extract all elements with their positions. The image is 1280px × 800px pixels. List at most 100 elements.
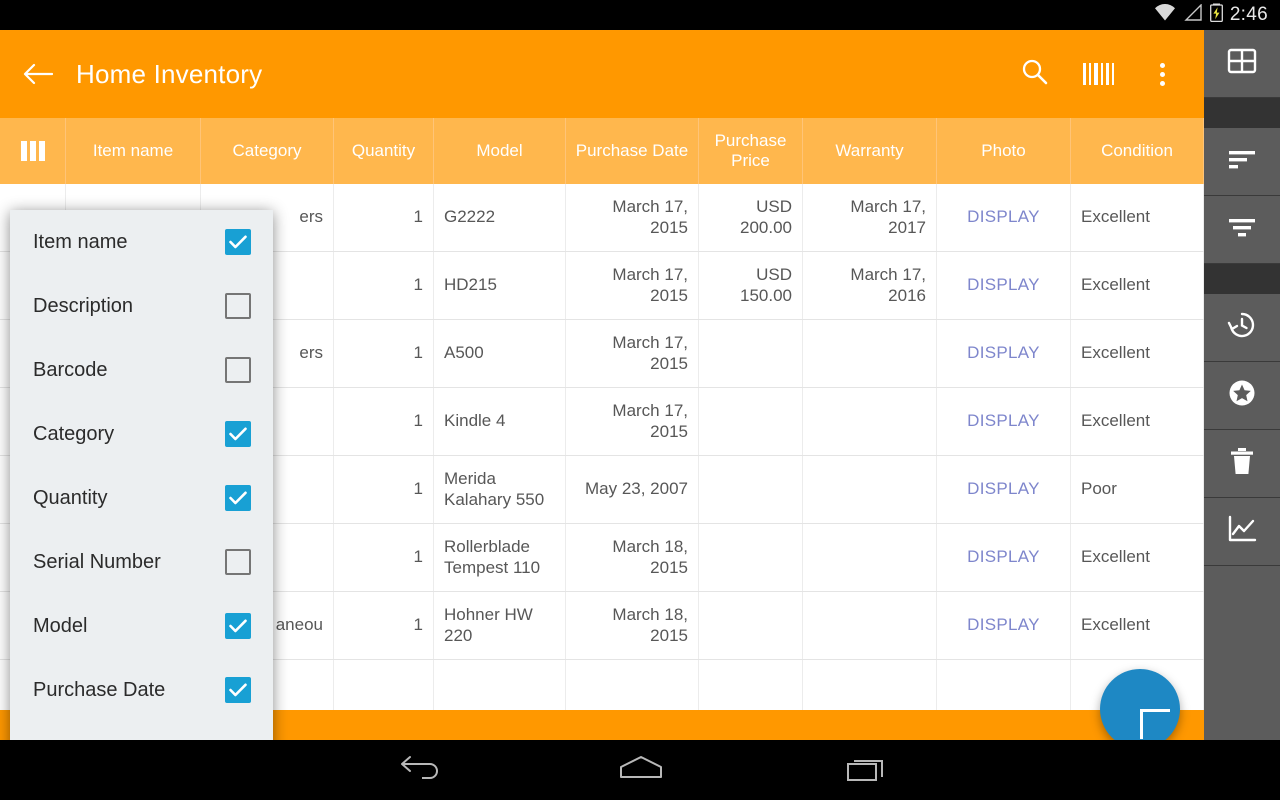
column-option-label: Model (33, 614, 88, 637)
column-option-item-name[interactable]: Item name (10, 210, 273, 274)
column-option-barcode[interactable]: Barcode (10, 338, 273, 402)
column-header-purchase-price[interactable]: Purchase Price (699, 118, 803, 184)
checkbox-unchecked[interactable] (225, 293, 251, 319)
chart-button[interactable] (1204, 498, 1280, 566)
checkbox-checked[interactable] (225, 677, 251, 703)
column-header-quantity[interactable]: Quantity (334, 118, 434, 184)
filter-button[interactable] (1204, 196, 1280, 264)
cell-quantity: 1 (334, 320, 434, 387)
sort-icon (1227, 148, 1257, 175)
cell-purchase-date: March 17, 2015 (566, 388, 699, 455)
photo-display-link[interactable]: DISPLAY (967, 479, 1040, 499)
column-option-purchase-date[interactable]: Purchase Date (10, 658, 273, 722)
cell-quantity: 1 (334, 456, 434, 523)
nav-back-button[interactable] (398, 753, 444, 788)
trash-icon (1229, 446, 1255, 481)
photo-display-link[interactable]: DISPLAY (967, 343, 1040, 363)
cell-purchase-price (699, 524, 803, 591)
filter-icon (1227, 216, 1257, 243)
column-option-label: Description (33, 294, 134, 317)
rail-filler (1204, 566, 1280, 740)
search-button[interactable] (1002, 30, 1066, 118)
column-option-serial-number[interactable]: Serial Number (10, 530, 273, 594)
column-header-item-name[interactable]: Item name (66, 118, 201, 184)
cell-photo[interactable]: DISPLAY (937, 320, 1071, 387)
add-item-fab[interactable] (1100, 669, 1180, 740)
cell-photo[interactable]: DISPLAY (937, 388, 1071, 455)
cell-purchase-price: USD 150.00 (699, 252, 803, 319)
column-option-model[interactable]: Model (10, 594, 273, 658)
right-toolbar (1204, 30, 1280, 740)
app-stage: Home Inventory Item name Category Quanti… (0, 30, 1204, 740)
history-button[interactable] (1204, 294, 1280, 362)
cell-condition: Excellent (1071, 388, 1204, 455)
star-icon (1227, 378, 1257, 413)
screen: 2:46 Home Inventory Item name Category Q… (0, 0, 1280, 800)
photo-display-link[interactable]: DISPLAY (967, 275, 1040, 295)
cell-photo[interactable]: DISPLAY (937, 592, 1071, 659)
cell-model: Hohner HW 220 (434, 592, 566, 659)
column-chooser-button[interactable] (0, 118, 66, 184)
cell-photo[interactable]: DISPLAY (937, 456, 1071, 523)
cell-model: Merida Kalahary 550 (434, 456, 566, 523)
column-option-purchase-price[interactable]: Purchase Price (10, 722, 273, 740)
column-option-label: Quantity (33, 486, 108, 509)
column-header-category[interactable]: Category (201, 118, 334, 184)
cell-model: Kindle 4 (434, 388, 566, 455)
cell-purchase-date: March 18, 2015 (566, 524, 699, 591)
columns-icon (20, 141, 45, 161)
cell-photo[interactable]: DISPLAY (937, 184, 1071, 251)
column-header-model[interactable]: Model (434, 118, 566, 184)
column-option-category[interactable]: Category (10, 402, 273, 466)
column-chooser-menu[interactable]: Item name Description Barcode Category Q… (10, 210, 273, 740)
favorites-button[interactable] (1204, 362, 1280, 430)
rail-divider (1204, 98, 1280, 128)
cell-purchase-date: March 17, 2015 (566, 252, 699, 319)
photo-display-link[interactable]: DISPLAY (967, 411, 1040, 431)
android-nav-bar (0, 740, 1280, 800)
checkbox-checked[interactable] (225, 613, 251, 639)
status-bar-clock: 2:46 (1229, 4, 1268, 25)
checkbox-checked[interactable] (225, 485, 251, 511)
checkbox-checked[interactable] (225, 421, 251, 447)
sort-button[interactable] (1204, 128, 1280, 196)
table-view-button[interactable] (1204, 30, 1280, 98)
column-option-label: Serial Number (33, 550, 161, 573)
nav-recents-button[interactable] (844, 752, 888, 789)
column-header-warranty[interactable]: Warranty (803, 118, 937, 184)
cell-photo[interactable]: DISPLAY (937, 524, 1071, 591)
checkbox-unchecked[interactable] (225, 357, 251, 383)
column-option-description[interactable]: Description (10, 274, 273, 338)
photo-display-link[interactable]: DISPLAY (967, 547, 1040, 567)
signal-icon (1183, 3, 1203, 26)
cell-photo[interactable]: DISPLAY (937, 252, 1071, 319)
cell-purchase-date: March 17, 2015 (566, 320, 699, 387)
nav-back-icon (398, 753, 444, 788)
cell-warranty: March 17, 2017 (803, 184, 937, 251)
photo-display-link[interactable]: DISPLAY (967, 615, 1040, 635)
cell-condition: Excellent (1071, 320, 1204, 387)
chart-icon (1227, 515, 1257, 548)
cell-purchase-price (699, 592, 803, 659)
table-header-row: Item name Category Quantity Model Purcha… (0, 118, 1204, 184)
barcode-scan-button[interactable] (1066, 30, 1130, 118)
cell-quantity: 1 (334, 252, 434, 319)
checkbox-checked[interactable] (225, 229, 251, 255)
photo-display-link[interactable]: DISPLAY (967, 207, 1040, 227)
back-button[interactable] (0, 30, 76, 118)
column-option-label: Barcode (33, 358, 108, 381)
delete-button[interactable] (1204, 430, 1280, 498)
cell-quantity: 1 (334, 388, 434, 455)
nav-home-button[interactable] (616, 753, 666, 788)
overflow-menu-button[interactable] (1130, 30, 1194, 118)
cell-warranty (803, 592, 937, 659)
column-header-photo[interactable]: Photo (937, 118, 1071, 184)
cell-condition: Excellent (1071, 592, 1204, 659)
checkbox-unchecked[interactable] (225, 549, 251, 575)
cell-condition: Poor (1071, 456, 1204, 523)
column-header-condition[interactable]: Condition (1071, 118, 1204, 184)
column-option-quantity[interactable]: Quantity (10, 466, 273, 530)
column-header-purchase-date[interactable]: Purchase Date (566, 118, 699, 184)
empty-cell (434, 660, 566, 717)
cell-purchase-price (699, 320, 803, 387)
